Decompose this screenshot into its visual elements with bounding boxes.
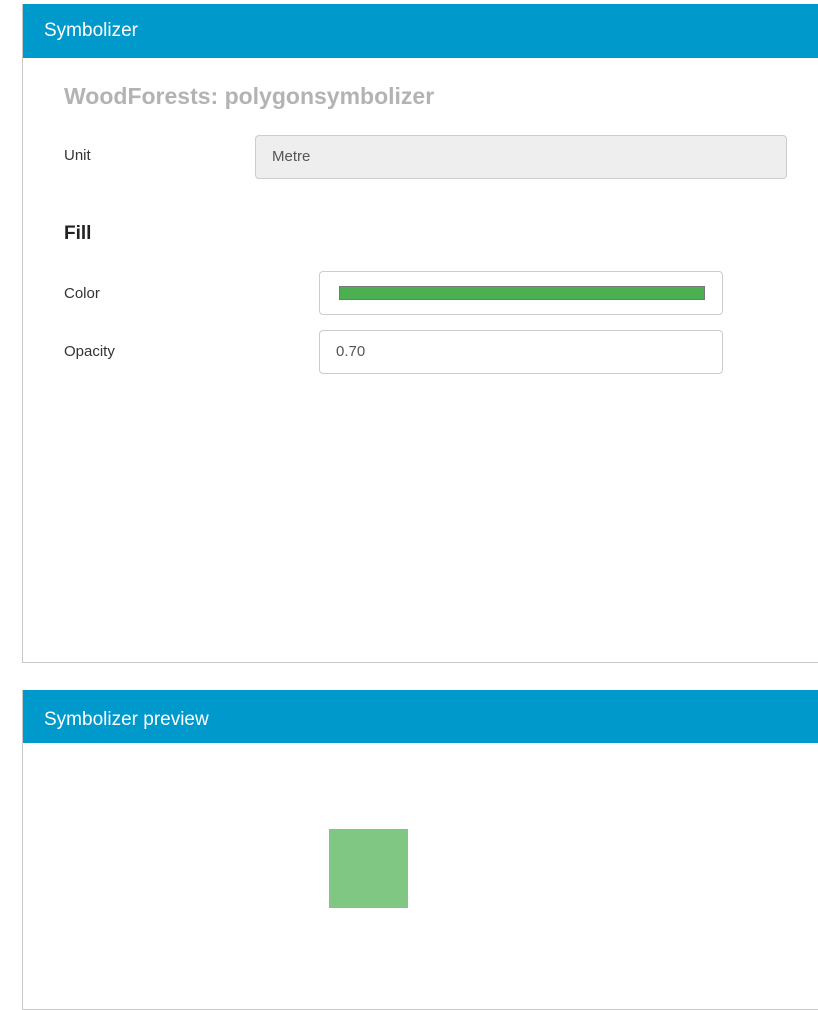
opacity-input[interactable]: 0.70 <box>319 330 723 374</box>
symbolizer-panel-header: Symbolizer <box>23 4 818 58</box>
symbolizer-preview-panel: Symbolizer preview <box>22 690 818 1010</box>
color-swatch[interactable] <box>339 286 705 300</box>
opacity-label: Opacity <box>64 343 115 360</box>
symbolizer-title: WoodForests: polygonsymbolizer <box>64 83 435 109</box>
symbolizer-panel: Symbolizer WoodForests: polygonsymbolize… <box>22 4 818 663</box>
unit-label: Unit <box>64 147 91 164</box>
unit-select-value: Metre <box>272 148 311 165</box>
color-label: Color <box>64 285 100 302</box>
fill-section-heading: Fill <box>64 223 92 244</box>
symbolizer-preview-header: Symbolizer preview <box>23 690 818 743</box>
unit-select[interactable]: Metre <box>255 135 787 179</box>
color-picker-field[interactable] <box>319 271 723 315</box>
preview-polygon <box>329 829 408 908</box>
